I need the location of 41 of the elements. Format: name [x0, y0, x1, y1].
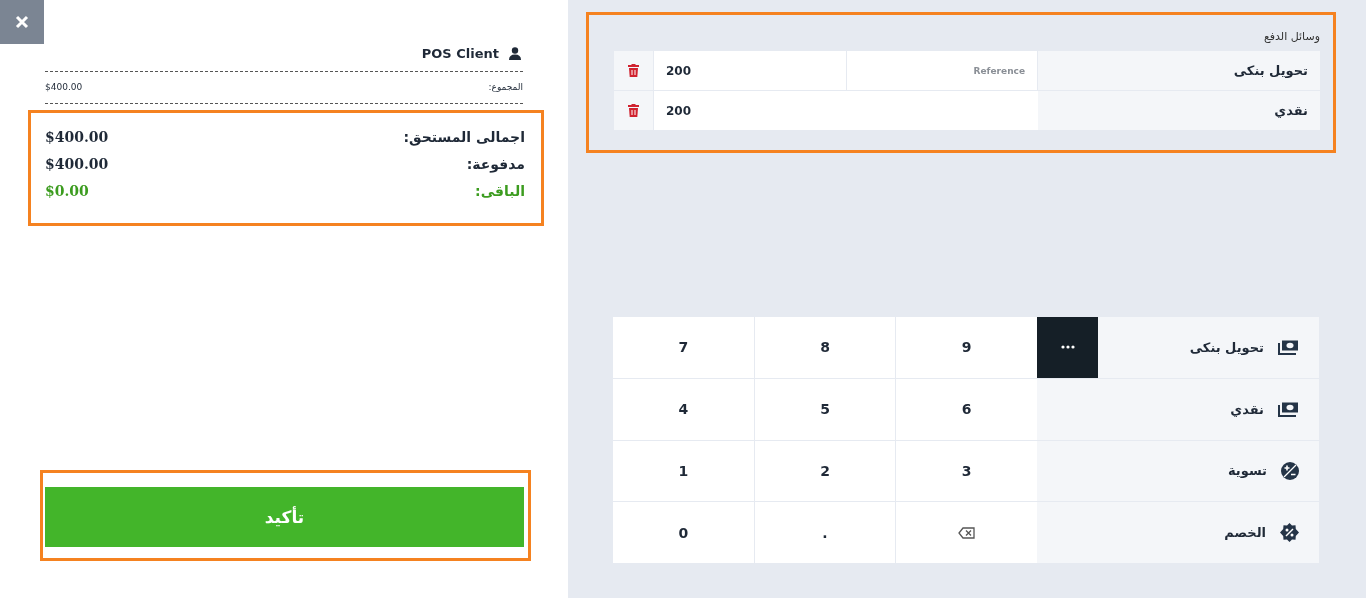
keypad-key[interactable]: 1: [613, 440, 754, 502]
payment-method-item[interactable]: نقدي: [1230, 401, 1264, 417]
more-icon: [1060, 345, 1075, 350]
keypad-key[interactable]: 6: [896, 378, 1037, 440]
payment-method-item[interactable]: الخصم: [1224, 525, 1266, 541]
close-button[interactable]: [0, 0, 44, 44]
backspace-icon: [958, 526, 976, 539]
trash-icon[interactable]: [628, 64, 639, 77]
table-cell: نقدي: [1038, 91, 1320, 130]
user-icon: [509, 47, 521, 60]
summary-value: $400.00: [45, 128, 109, 145]
summary-value: $0.00: [45, 182, 89, 199]
client-name: POS Client: [421, 46, 499, 61]
summary-label: مدفوعة:: [466, 155, 525, 172]
amount-field[interactable]: 200: [654, 51, 846, 90]
summary-label: اجمالى المستحق:: [403, 128, 525, 145]
plus-minus-icon: [1281, 461, 1299, 480]
keypad-key[interactable]: 7: [613, 317, 754, 378]
table-cell: تحويل بنكى: [1038, 51, 1320, 90]
keypad-key[interactable]: 2: [754, 440, 896, 502]
close-icon: [15, 15, 29, 29]
subtotal-label: المجموع:: [488, 82, 523, 92]
keypad-key[interactable]: 0: [613, 502, 754, 563]
banknote-icon: [1278, 401, 1299, 417]
payment-methods-title: وسائل الدفع: [1263, 30, 1320, 43]
payment-method-item[interactable]: تحويل بنكى: [1189, 339, 1264, 355]
keypad-key[interactable]: 5: [754, 378, 896, 440]
summary-label: الباقى:: [475, 182, 525, 199]
keypad-key[interactable]: .: [754, 502, 896, 563]
banknote-icon: [1278, 339, 1299, 355]
keypad-key[interactable]: 4: [613, 378, 754, 440]
keypad-key[interactable]: 9: [896, 317, 1037, 378]
payment-method-item[interactable]: تسوية: [1227, 463, 1267, 479]
keypad-key[interactable]: 8: [754, 317, 896, 378]
subtotal-value: $400.00: [45, 82, 83, 92]
reference-field[interactable]: Reference: [846, 51, 1038, 90]
keypad-key[interactable]: 3: [896, 440, 1037, 502]
summary-value: $400.00: [45, 155, 109, 172]
trash-icon[interactable]: [628, 104, 639, 117]
discount-icon: [1280, 523, 1299, 543]
amount-field[interactable]: 200: [654, 91, 1038, 130]
